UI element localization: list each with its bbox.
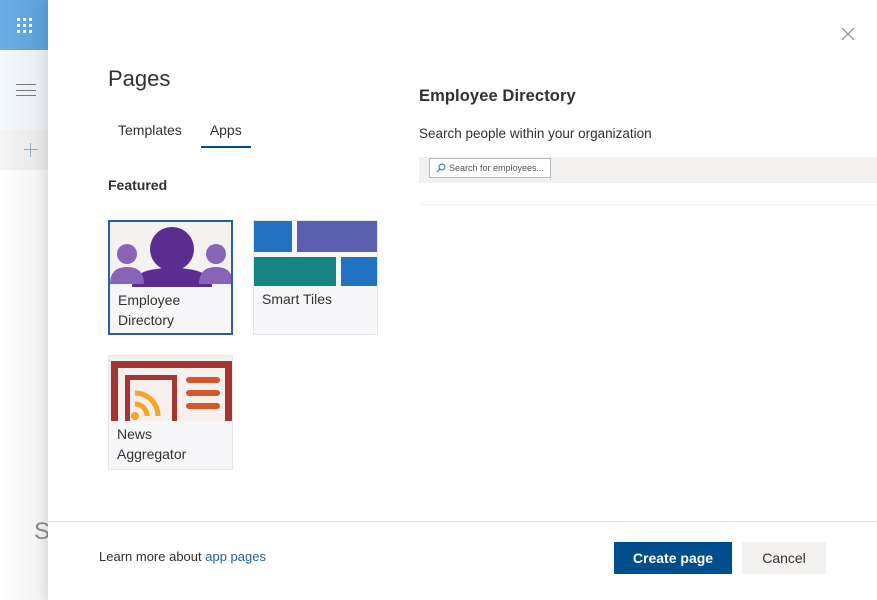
employee-search-input[interactable] — [449, 163, 545, 173]
app-card-smart-tiles[interactable]: Smart Tiles — [253, 220, 378, 335]
cancel-button[interactable]: Cancel — [742, 542, 826, 574]
close-icon — [841, 27, 855, 41]
tab-templates[interactable]: Templates — [108, 118, 192, 148]
plus-icon — [24, 143, 38, 157]
hamburger-icon — [16, 84, 36, 96]
featured-heading: Featured — [108, 177, 168, 193]
app-rail: S — [0, 0, 50, 600]
tab-apps[interactable]: Apps — [200, 118, 252, 148]
tiles-icon — [254, 221, 377, 286]
rss-news-icon — [109, 356, 232, 421]
preview-search-bar — [419, 157, 877, 183]
preview-title: Employee Directory — [419, 87, 576, 105]
preview-subtitle: Search people within your organization — [419, 126, 652, 141]
pages-panel: Pages Templates Apps Featured Employee D… — [48, 0, 877, 600]
nav-toggle-button[interactable] — [0, 50, 48, 130]
app-card-employee-directory[interactable]: Employee Directory — [108, 220, 233, 335]
card-label: News Aggregator — [109, 421, 232, 469]
close-button[interactable] — [841, 27, 855, 41]
app-pages-link[interactable]: app pages — [205, 549, 266, 564]
preview-divider — [419, 204, 877, 205]
app-launcher-button[interactable] — [0, 0, 48, 50]
learn-more-prefix: Learn more about — [99, 549, 206, 564]
add-button[interactable] — [0, 130, 48, 170]
learn-more-text: Learn more about app pages — [99, 549, 266, 564]
people-group-icon — [110, 222, 231, 287]
card-label: Employee Directory — [110, 287, 231, 333]
create-page-button[interactable]: Create page — [614, 542, 732, 574]
search-icon — [436, 163, 446, 173]
footer-divider — [48, 521, 877, 522]
app-card-news-aggregator[interactable]: News Aggregator — [108, 355, 233, 470]
waffle-icon — [16, 17, 32, 33]
employee-search-box[interactable] — [429, 158, 551, 178]
tab-bar: Templates Apps — [108, 118, 260, 148]
card-label: Smart Tiles — [254, 286, 377, 334]
panel-title: Pages — [108, 66, 171, 91]
